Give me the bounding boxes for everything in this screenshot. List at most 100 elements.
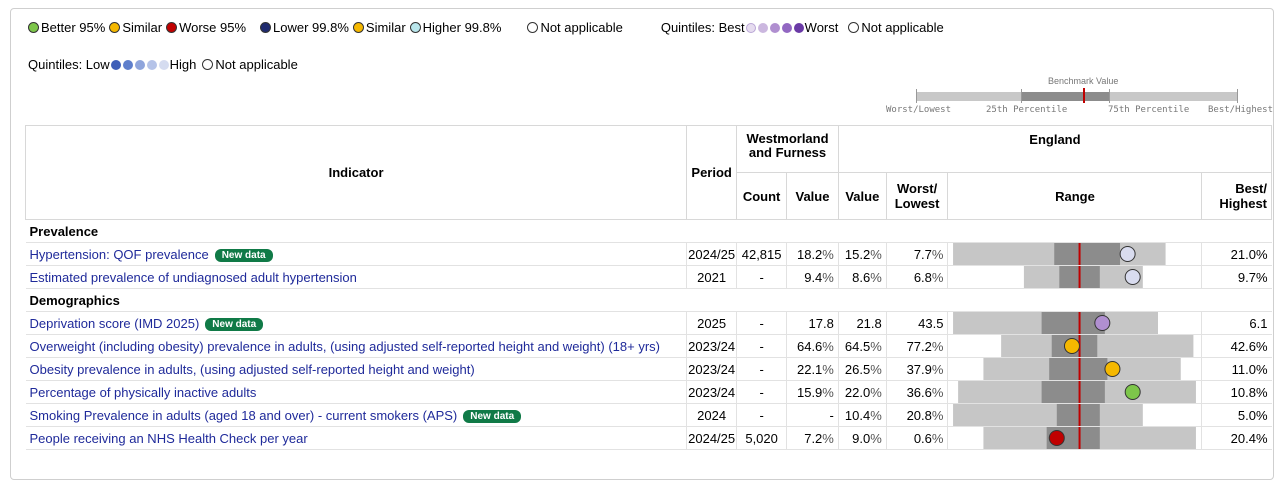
- period-cell: 2023/24: [686, 380, 737, 404]
- worst-unit: %: [931, 338, 944, 354]
- indicator-link[interactable]: Estimated prevalence of undiagnosed adul…: [30, 270, 357, 285]
- england-value-unit: %: [870, 384, 882, 400]
- lower-dot-icon: [260, 22, 272, 33]
- england-value-cell: 8.6%: [837, 265, 887, 289]
- england-value-cell: 26.5%: [837, 357, 887, 381]
- value-cell: 9.4%: [786, 265, 839, 289]
- table-row: Smoking Prevalence in adults (aged 18 an…: [25, 403, 1272, 427]
- england-value-number: 26.5: [844, 361, 871, 377]
- range-cell: [947, 357, 1202, 381]
- range-chart: [983, 427, 1197, 449]
- count-cell: -: [736, 311, 787, 335]
- worst-unit: %: [931, 361, 944, 377]
- similar-dot-icon: [352, 22, 364, 33]
- not-applicable-dot-icon: [848, 22, 860, 33]
- range-chart: [953, 404, 1144, 426]
- indicator-link[interactable]: People receiving an NHS Health Check per…: [30, 431, 308, 446]
- worst-unit: %: [931, 430, 944, 446]
- similar-dot-icon: [109, 22, 121, 33]
- indicator-link[interactable]: Obesity prevalence in adults, (using adj…: [30, 362, 475, 377]
- benchmark-tick: [1237, 89, 1238, 103]
- england-value-unit: %: [870, 269, 882, 285]
- benchmark-tick: [916, 89, 917, 103]
- worst-unit: %: [931, 384, 944, 400]
- higher-dot-icon: [409, 22, 421, 33]
- table-row: Obesity prevalence in adults, (using adj…: [25, 357, 1272, 381]
- count-cell: -: [736, 403, 787, 427]
- benchmark-p25-label: 25th Percentile: [986, 105, 1068, 115]
- indicator-link[interactable]: Smoking Prevalence in adults (aged 18 an…: [30, 408, 458, 423]
- indicator-cell: Hypertension: QOF prevalence New data: [25, 242, 687, 266]
- range-chart: [1024, 266, 1144, 288]
- england-value-cell: 21.8: [837, 311, 887, 335]
- best-number: 5.0: [1237, 407, 1256, 423]
- worst-cell: 20.8%: [885, 403, 948, 427]
- value-unit: %: [822, 246, 834, 262]
- indicator-link[interactable]: Hypertension: QOF prevalence: [30, 247, 209, 262]
- area-value-dot: [1094, 315, 1111, 331]
- best-unit: %: [1255, 246, 1268, 262]
- best-cell: 5.0%: [1201, 403, 1272, 427]
- worst-cell: 6.8%: [885, 265, 948, 289]
- period-cell: 2024/25: [686, 242, 737, 266]
- value-number: 17.8: [808, 315, 834, 331]
- header-england-value: Value: [837, 172, 887, 220]
- best-number: 42.6: [1230, 338, 1256, 354]
- indicator-link[interactable]: Overweight (including obesity) prevalenc…: [30, 339, 660, 354]
- indicator-cell: Estimated prevalence of undiagnosed adul…: [25, 265, 687, 289]
- area-value-dot: [1064, 338, 1081, 354]
- worst-cell: 43.5: [885, 311, 948, 335]
- count-cell: -: [736, 334, 787, 358]
- legend-better: Better 95%: [28, 20, 105, 35]
- quintile-2-dot-icon: [757, 22, 768, 33]
- best-number: 11.0: [1231, 361, 1256, 377]
- period-cell: 2025: [686, 311, 737, 335]
- worst-unit: %: [931, 407, 944, 423]
- range-cell: [947, 242, 1202, 266]
- range-inner-bar: [1049, 358, 1108, 380]
- section-title: Demographics: [25, 288, 1272, 312]
- legend-row-quintiles-low-high: Quintiles: Low High Not applicable: [28, 57, 298, 72]
- area-value-dot: [1104, 361, 1121, 377]
- england-value-cell: 9.0%: [837, 426, 887, 450]
- indicator-cell: Percentage of physically inactive adults: [25, 380, 687, 404]
- best-cell: 6.1: [1201, 311, 1272, 335]
- value-cell: 64.6%: [786, 334, 839, 358]
- indicator-table: Indicator Period Westmorland and Furness…: [24, 125, 1273, 450]
- england-benchmark-marker: [1079, 243, 1082, 265]
- indicator-link[interactable]: Deprivation score (IMD 2025): [30, 316, 200, 331]
- benchmark-marker: [1083, 88, 1085, 103]
- legend-worse: Worse 95%: [166, 20, 246, 35]
- header-range: Range: [947, 172, 1203, 220]
- value-cell: 18.2%: [786, 242, 839, 266]
- best-unit: %: [1255, 269, 1268, 285]
- worst-number: 6.8: [913, 269, 932, 285]
- benchmark-best-label: Best/Highest: [1208, 105, 1274, 115]
- quintile-4-dot-icon: [781, 22, 792, 33]
- value-unit: %: [822, 361, 834, 377]
- table-row: Deprivation score (IMD 2025) New data 2025…: [25, 311, 1272, 335]
- best-unit: %: [1255, 338, 1268, 354]
- indicator-link[interactable]: Percentage of physically inactive adults: [30, 385, 257, 400]
- england-benchmark-marker: [1079, 358, 1082, 380]
- period-cell: 2023/24: [686, 334, 737, 358]
- low-quintile-3-dot-icon: [134, 59, 145, 70]
- low-quintile-2-dot-icon: [122, 59, 133, 70]
- england-value-number: 8.6: [852, 269, 871, 285]
- area-value-dot: [1049, 430, 1066, 446]
- england-value-number: 15.2: [844, 246, 871, 262]
- england-value-cell: 10.4%: [837, 403, 887, 427]
- benchmark-value-label: Benchmark Value: [1048, 76, 1119, 86]
- legend-not-applicable-2: Not applicable: [848, 20, 944, 35]
- range-cell: [947, 265, 1202, 289]
- period-cell: 2024: [686, 403, 737, 427]
- worst-number: 37.9: [906, 361, 932, 377]
- best-unit: %: [1255, 361, 1268, 377]
- legend-quintiles-best: Quintiles: Best Worst: [660, 20, 839, 35]
- benchmark-worst-label: Worst/Lowest: [886, 105, 952, 115]
- value-number: 7.2: [804, 430, 823, 446]
- indicator-cell: Overweight (including obesity) prevalenc…: [25, 334, 687, 358]
- better-dot-icon: [28, 22, 39, 33]
- indicator-cell: Deprivation score (IMD 2025) New data: [25, 311, 687, 335]
- benchmark-key: Benchmark Value Worst/Lowest 25th Percen…: [876, 76, 1273, 122]
